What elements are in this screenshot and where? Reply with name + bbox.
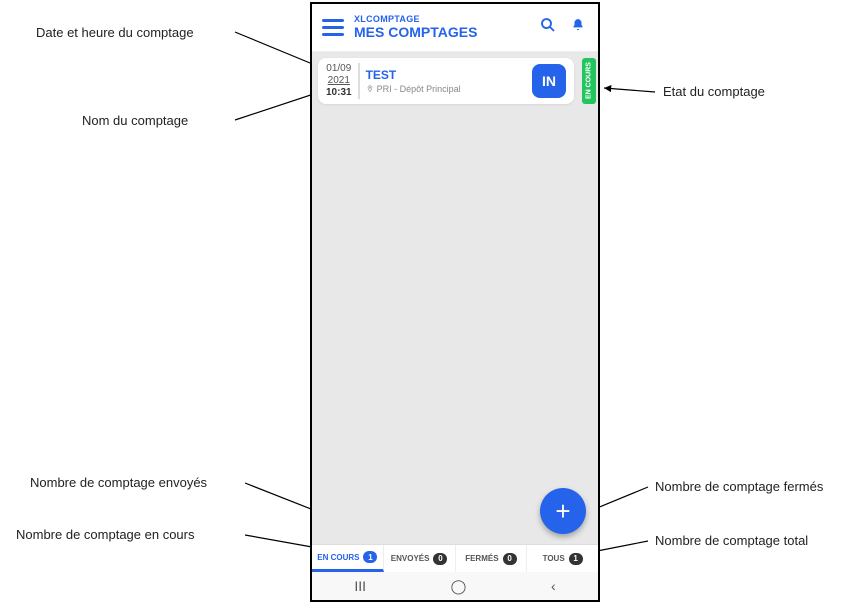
tab-en-cours[interactable]: EN COURS 1 xyxy=(312,545,384,572)
name-block: TEST PRI - Dépôt Principal xyxy=(366,68,526,94)
tab-fermes-count: 0 xyxy=(503,553,517,565)
android-nav-bar: III ◯ ‹ xyxy=(312,572,598,600)
card-location-text: PRI - Dépôt Principal xyxy=(377,84,461,94)
tab-tous-label: TOUS xyxy=(543,554,565,563)
annot-fermes: Nombre de comptage fermés xyxy=(655,479,823,494)
card-time: 10:31 xyxy=(326,87,352,99)
card-date: 01/09 xyxy=(326,63,351,75)
bell-icon[interactable] xyxy=(568,18,588,37)
app-bar: XLCOMPTAGE MES COMPTAGES xyxy=(312,4,598,52)
content-area: 01/09 2021 10:31 TEST PRI - Dépôt Princi… xyxy=(312,52,598,544)
tab-fermes-label: FERMÉS xyxy=(465,554,498,563)
tab-fermes[interactable]: FERMÉS 0 xyxy=(456,545,528,572)
card-year: 2021 xyxy=(328,75,350,87)
tab-envoyes-label: ENVOYÉS xyxy=(391,554,430,563)
annot-encours: Nombre de comptage en cours xyxy=(16,527,194,542)
back-icon[interactable]: ‹ xyxy=(551,578,556,594)
tab-en-cours-count: 1 xyxy=(363,551,377,563)
tab-envoyes[interactable]: ENVOYÉS 0 xyxy=(384,545,456,572)
pin-icon xyxy=(366,84,374,94)
counting-card[interactable]: 01/09 2021 10:31 TEST PRI - Dépôt Princi… xyxy=(318,58,574,104)
search-icon[interactable] xyxy=(538,16,558,39)
recents-icon[interactable]: III xyxy=(354,578,366,594)
tab-tous[interactable]: TOUS 1 xyxy=(527,545,598,572)
annot-nom: Nom du comptage xyxy=(82,113,188,128)
appbar-title: MES COMPTAGES xyxy=(354,25,528,40)
date-time-block: 01/09 2021 10:31 xyxy=(326,63,360,99)
annot-envoyes: Nombre de comptage envoyés xyxy=(30,475,207,490)
annot-total: Nombre de comptage total xyxy=(655,533,808,548)
bottom-tabs: EN COURS 1 ENVOYÉS 0 FERMÉS 0 TOUS 1 xyxy=(312,544,598,572)
in-badge: IN xyxy=(532,64,566,98)
card-location: PRI - Dépôt Principal xyxy=(366,84,526,94)
card-name: TEST xyxy=(366,68,526,82)
add-button[interactable]: + xyxy=(540,488,586,534)
annot-etat: Etat du comptage xyxy=(663,84,765,99)
phone-frame: XLCOMPTAGE MES COMPTAGES 01/09 2021 10:3… xyxy=(310,2,600,602)
tab-en-cours-label: EN COURS xyxy=(317,553,359,562)
annot-datetime: Date et heure du comptage xyxy=(36,25,194,40)
home-icon[interactable]: ◯ xyxy=(451,578,467,595)
status-badge: EN COURS xyxy=(582,58,596,104)
appbar-titles: XLCOMPTAGE MES COMPTAGES xyxy=(354,15,528,40)
menu-icon[interactable] xyxy=(322,17,344,39)
tab-tous-count: 1 xyxy=(569,553,583,565)
tab-envoyes-count: 0 xyxy=(433,553,447,565)
